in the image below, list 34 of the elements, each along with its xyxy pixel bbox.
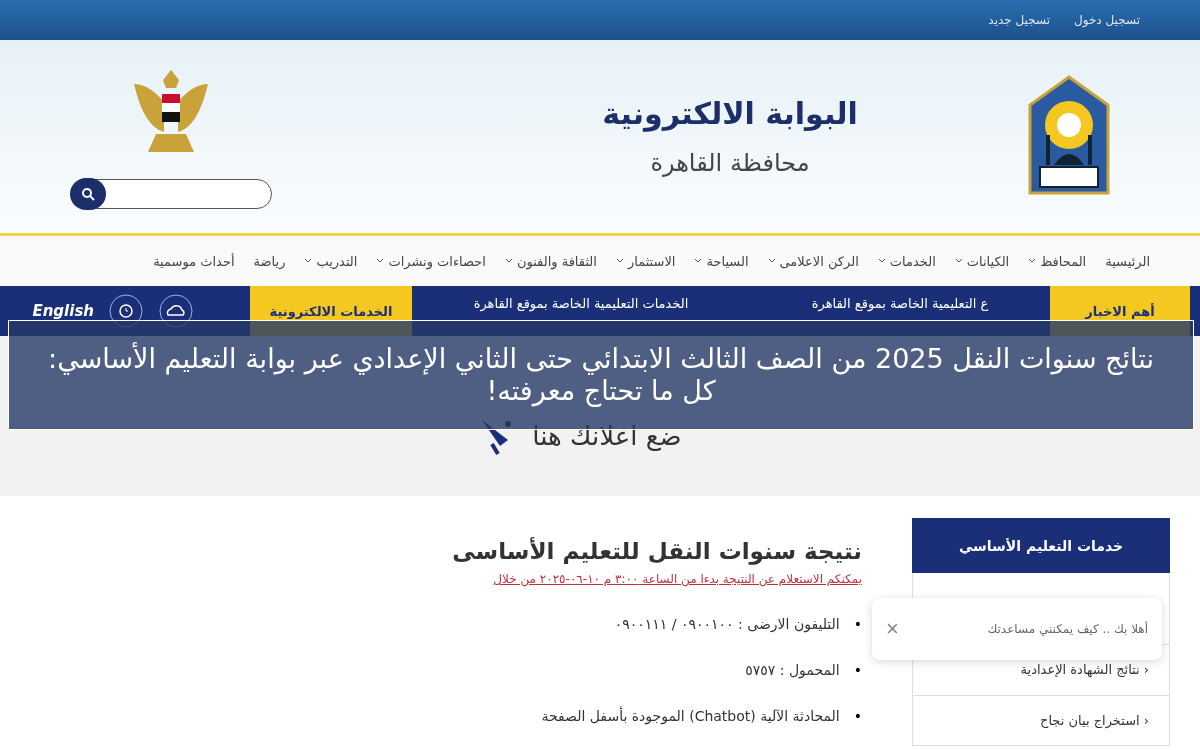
- nav-item[interactable]: المحافظ: [1028, 253, 1087, 269]
- article-title: نتيجة سنوات النقل للتعليم الأساسى: [451, 538, 862, 564]
- nav-item[interactable]: رياضة: [253, 253, 286, 269]
- sidebar-header: خدمات التعليم الأساسي: [912, 518, 1170, 574]
- top-link[interactable]: تسجيل جديد: [988, 13, 1050, 27]
- nav-item[interactable]: احصاءات ونشرات: [376, 253, 486, 269]
- list-item: المحادثة الآلية (Chatbot) الموجودة بأسفل الصفحة: [541, 706, 840, 726]
- list-item: التليفون الارضى : ٠٩٠٠١٠٠ / ٠٩٠٠١١١: [614, 615, 840, 634]
- nav-item[interactable]: الرئيسية: [1105, 253, 1150, 269]
- nav-item[interactable]: السياحة: [694, 253, 749, 269]
- nav-item[interactable]: الاستثمار: [615, 253, 676, 269]
- site-subtitle: محافظة القاهرة: [650, 149, 810, 177]
- top-link[interactable]: تسجيل دخول: [1074, 13, 1140, 27]
- site-title: البوابة الالكترونية: [602, 96, 858, 131]
- ad-placeholder-text: ضع اعلانك هنا: [532, 421, 682, 451]
- news-ticker-text[interactable]: ع التعليمية الخاصة بموقع القاهرة: [811, 296, 989, 312]
- language-link[interactable]: English: [32, 302, 94, 320]
- sidebar-item[interactable]: ‹ استخراج بيان نجاح: [912, 695, 1170, 746]
- list-item: المحمول : ٥٧٥٧: [745, 661, 840, 680]
- bullet: •: [853, 661, 862, 680]
- result-link[interactable]: يمكنكم الاستعلام عن النتيجة بدءا من الساعة ٣:٠٠ م ١٠-٠٦-٢٠٢٥ من خلال: [242, 572, 862, 586]
- nav-item[interactable]: الخدمات: [877, 253, 936, 269]
- bullet: •: [853, 615, 862, 634]
- nav-item[interactable]: الثقافة والفنون: [504, 253, 597, 269]
- news-ticker-text[interactable]: الخدمات التعليمية الخاصة بموقع القاهرة: [473, 296, 689, 312]
- nav-item[interactable]: الكيانات: [954, 253, 1010, 269]
- nav-item[interactable]: التدريب: [304, 253, 358, 269]
- bullet: •: [853, 707, 862, 726]
- search-icon[interactable]: [70, 177, 106, 210]
- close-button[interactable]: ×: [886, 616, 899, 642]
- headline: نتائج سنوات النقل 2025 من الصف الثالث الابتدائي حتى الثاني الإعدادي عبر بوابة التعليم الأساسي: كل ما تحتاج معرفته!: [47, 342, 1155, 408]
- nav-item[interactable]: الركن الاعلامى: [767, 253, 859, 269]
- chat-message: أهلا بك .. كيف يمكنني مساعدتك: [987, 622, 1148, 636]
- nav-item[interactable]: أحداث موسمية: [153, 253, 235, 269]
